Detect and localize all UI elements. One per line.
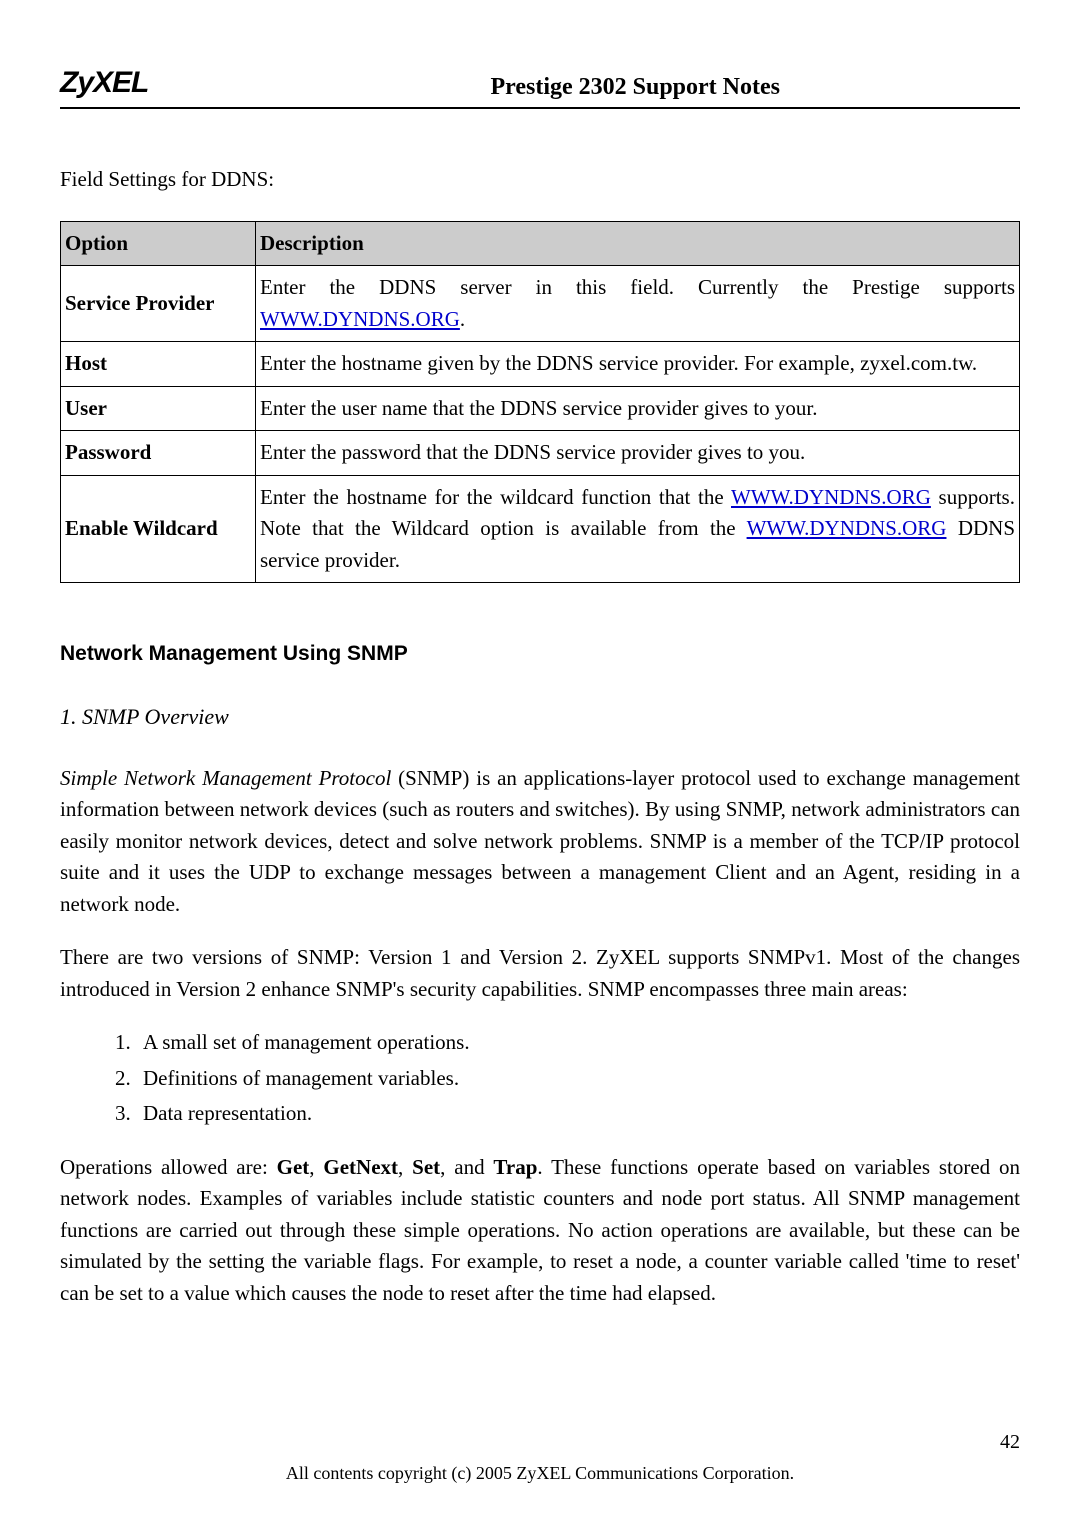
text: . <box>460 307 465 331</box>
section-heading: Network Management Using SNMP <box>60 638 1020 670</box>
text: , <box>398 1155 412 1179</box>
sub-heading: 1. SNMP Overview <box>60 700 1020 733</box>
opt-password: Password <box>61 431 256 476</box>
list-item: A small set of management operations. <box>115 1027 1020 1059</box>
text: , <box>440 1155 454 1179</box>
table-row: Enable Wildcard Enter the hostname for t… <box>61 475 1020 583</box>
text: and <box>454 1155 493 1179</box>
op-set: Set <box>412 1155 440 1179</box>
text: , <box>309 1155 323 1179</box>
col-description: Description <box>256 221 1020 266</box>
desc-service-provider: Enter the DDNS server in this field. Cur… <box>256 266 1020 342</box>
enum-list: A small set of management operations. De… <box>115 1027 1020 1130</box>
intro-text: Field Settings for DDNS: <box>60 164 1020 196</box>
dyndns-link[interactable]: WWW.DYNDNS.ORG <box>731 485 931 509</box>
op-getnext: GetNext <box>323 1155 398 1179</box>
text: Enter the hostname for the wildcard func… <box>260 485 731 509</box>
ddns-options-table: Option Description Service Provider Ente… <box>60 221 1020 584</box>
opt-host: Host <box>61 342 256 387</box>
op-trap: Trap <box>493 1155 537 1179</box>
desc-host: Enter the hostname given by the DDNS ser… <box>256 342 1020 387</box>
table-header-row: Option Description <box>61 221 1020 266</box>
list-item: Definitions of management variables. <box>115 1063 1020 1095</box>
dyndns-link[interactable]: WWW.DYNDNS.ORG <box>260 307 460 331</box>
text: Operations allowed are: <box>60 1155 277 1179</box>
text: Enter the DDNS server in this field. Cur… <box>260 275 1015 299</box>
copyright-footer: All contents copyright (c) 2005 ZyXEL Co… <box>0 1460 1080 1487</box>
list-item: Data representation. <box>115 1098 1020 1130</box>
paragraph-snmp-overview: Simple Network Management Protocol (SNMP… <box>60 763 1020 921</box>
paragraph-versions: There are two versions of SNMP: Version … <box>60 942 1020 1005</box>
table-row: Host Enter the hostname given by the DDN… <box>61 342 1020 387</box>
opt-service-provider: Service Provider <box>61 266 256 342</box>
logo: ZyXEL <box>60 60 148 105</box>
col-option: Option <box>61 221 256 266</box>
op-get: Get <box>277 1155 310 1179</box>
desc-enable-wildcard: Enter the hostname for the wildcard func… <box>256 475 1020 583</box>
dyndns-link[interactable]: WWW.DYNDNS.ORG <box>747 516 947 540</box>
desc-user: Enter the user name that the DDNS servic… <box>256 386 1020 431</box>
paragraph-operations: Operations allowed are: Get, GetNext, Se… <box>60 1152 1020 1310</box>
document-title: Prestige 2302 Support Notes <box>490 69 1020 105</box>
table-row: Service Provider Enter the DDNS server i… <box>61 266 1020 342</box>
opt-enable-wildcard: Enable Wildcard <box>61 475 256 583</box>
opt-user: User <box>61 386 256 431</box>
table-row: User Enter the user name that the DDNS s… <box>61 386 1020 431</box>
table-row: Password Enter the password that the DDN… <box>61 431 1020 476</box>
page-header: ZyXEL Prestige 2302 Support Notes <box>60 60 1020 109</box>
page-number: 42 <box>1000 1427 1020 1457</box>
emphasis: Simple Network Management Protocol <box>60 766 391 790</box>
desc-password: Enter the password that the DDNS service… <box>256 431 1020 476</box>
